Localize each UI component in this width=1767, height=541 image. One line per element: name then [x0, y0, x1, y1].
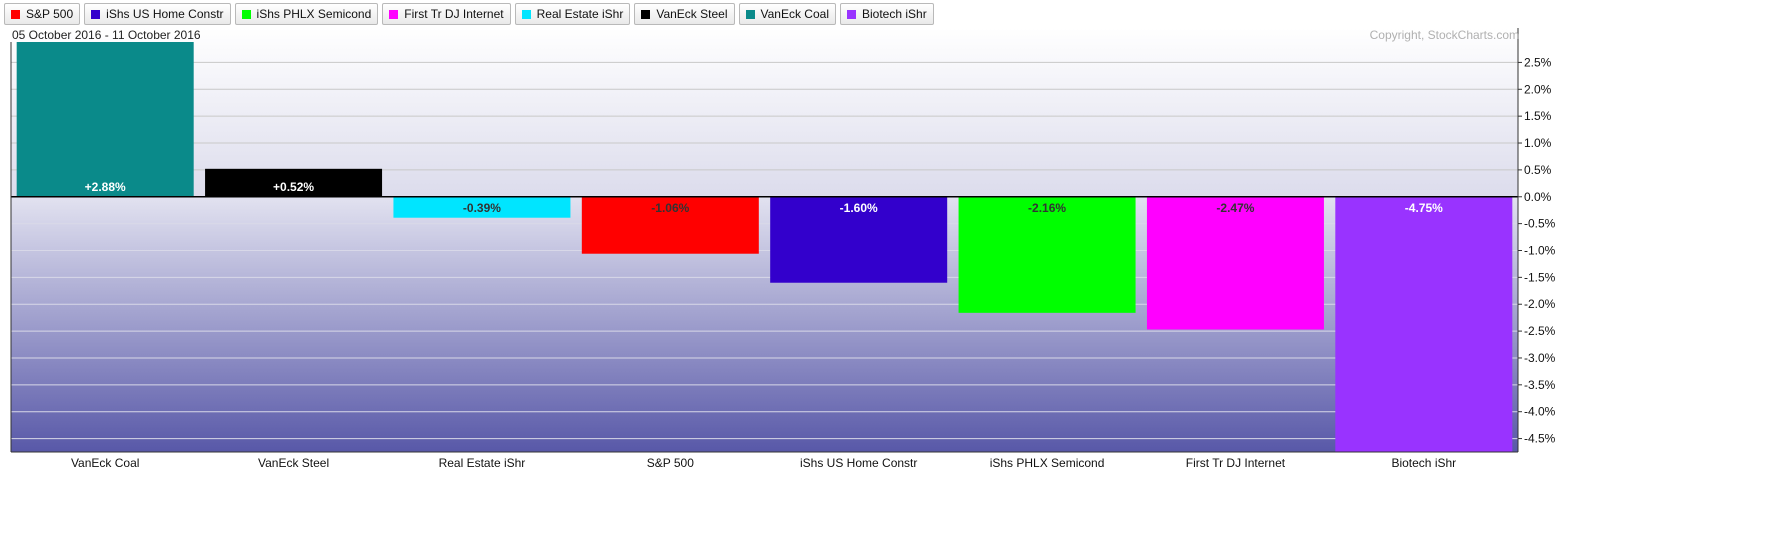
legend-item[interactable]: S&P 500: [4, 3, 81, 25]
bar-value-label: +0.52%: [273, 180, 314, 194]
legend-label: iShs US Home Constr: [106, 7, 224, 21]
bar-value-label: -2.47%: [1216, 201, 1254, 215]
legend-item[interactable]: iShs US Home Constr: [84, 3, 231, 25]
legend-swatch: [11, 9, 20, 19]
x-tick-label: First Tr DJ Internet: [1186, 456, 1286, 470]
y-tick-label: 2.5%: [1524, 55, 1552, 69]
x-axis-labels: VanEck Coal VanEck Steel Real Estate iShr S…: [71, 456, 1456, 470]
legend-swatch: [846, 9, 856, 19]
y-tick-label: -2.5%: [1524, 324, 1556, 338]
legend-item[interactable]: Real Estate iShr: [514, 3, 631, 25]
y-tick-label: -4.0%: [1524, 405, 1556, 419]
legend-item[interactable]: iShs PHLX Semicond: [234, 3, 379, 25]
bar-value-label: +2.88%: [85, 180, 126, 194]
legend-swatch: [389, 9, 399, 19]
legend-item[interactable]: VanEck Coal: [738, 3, 836, 25]
y-tick-label: 1.5%: [1524, 109, 1552, 123]
legend-item[interactable]: Biotech iShr: [839, 3, 934, 25]
legend-label: Real Estate iShr: [536, 7, 624, 21]
bar-value-label: -0.39%: [463, 201, 501, 215]
legend-label: VanEck Coal: [760, 7, 829, 21]
bar: [1146, 196, 1324, 330]
y-tick-label: -3.0%: [1524, 351, 1556, 365]
y-axis-ticks: 2.5% 2.0% 1.5% 1.0% 0.5% 0.0% -0.5% -1.0% -1.5% -…: [1518, 55, 1556, 446]
date-range: 05 October 2016 - 11 October 2016: [12, 28, 201, 42]
x-tick-label: VanEck Coal: [71, 456, 139, 470]
legend-item[interactable]: VanEck Steel: [634, 3, 735, 25]
bar-value-label: -1.06%: [651, 201, 689, 215]
legend: S&P 500 iShs US Home Constr iShs PHLX Semi…: [4, 3, 934, 25]
y-tick-label: 0.0%: [1524, 190, 1552, 204]
legend-swatch: [745, 9, 755, 19]
y-tick-label: -2.0%: [1524, 297, 1556, 311]
legend-swatch: [91, 9, 101, 19]
y-tick-label: 0.5%: [1524, 163, 1552, 177]
legend-label: Biotech iShr: [861, 7, 927, 21]
legend-label: VanEck Steel: [656, 7, 728, 21]
x-tick-label: Real Estate iShr: [439, 456, 526, 470]
legend-swatch: [521, 9, 531, 19]
copyright: Copyright, StockCharts.com: [1370, 28, 1519, 42]
legend-label: First Tr DJ Internet: [404, 7, 504, 21]
y-tick-label: -3.5%: [1524, 378, 1556, 392]
y-tick-label: -4.5%: [1524, 432, 1556, 446]
y-tick-label: -1.0%: [1524, 243, 1556, 257]
bar: [16, 42, 194, 197]
x-tick-label: S&P 500: [647, 456, 694, 470]
x-tick-label: VanEck Steel: [258, 456, 329, 470]
x-tick-label: iShs US Home Constr: [800, 456, 917, 470]
legend-swatch: [641, 9, 651, 19]
bar-value-label: -1.60%: [840, 201, 878, 215]
bar-value-label: -4.75%: [1405, 201, 1443, 215]
bar-value-label: -2.16%: [1028, 201, 1066, 215]
x-tick-label: Biotech iShr: [1391, 456, 1456, 470]
y-tick-label: 1.0%: [1524, 136, 1552, 150]
legend-label: S&P 500: [26, 7, 74, 21]
legend-label: iShs PHLX Semicond: [256, 7, 372, 21]
legend-swatch: [241, 9, 251, 19]
y-tick-label: -0.5%: [1524, 217, 1556, 231]
y-tick-label: -1.5%: [1524, 270, 1556, 284]
legend-item[interactable]: First Tr DJ Internet: [382, 3, 511, 25]
performance-chart: +2.88% +0.52% -0.39% -1.06% -1.60% -2.16% -2.4…: [10, 28, 1556, 470]
y-tick-label: 2.0%: [1524, 82, 1552, 96]
bar: [1335, 196, 1513, 452]
x-tick-label: iShs PHLX Semicond: [990, 456, 1105, 470]
